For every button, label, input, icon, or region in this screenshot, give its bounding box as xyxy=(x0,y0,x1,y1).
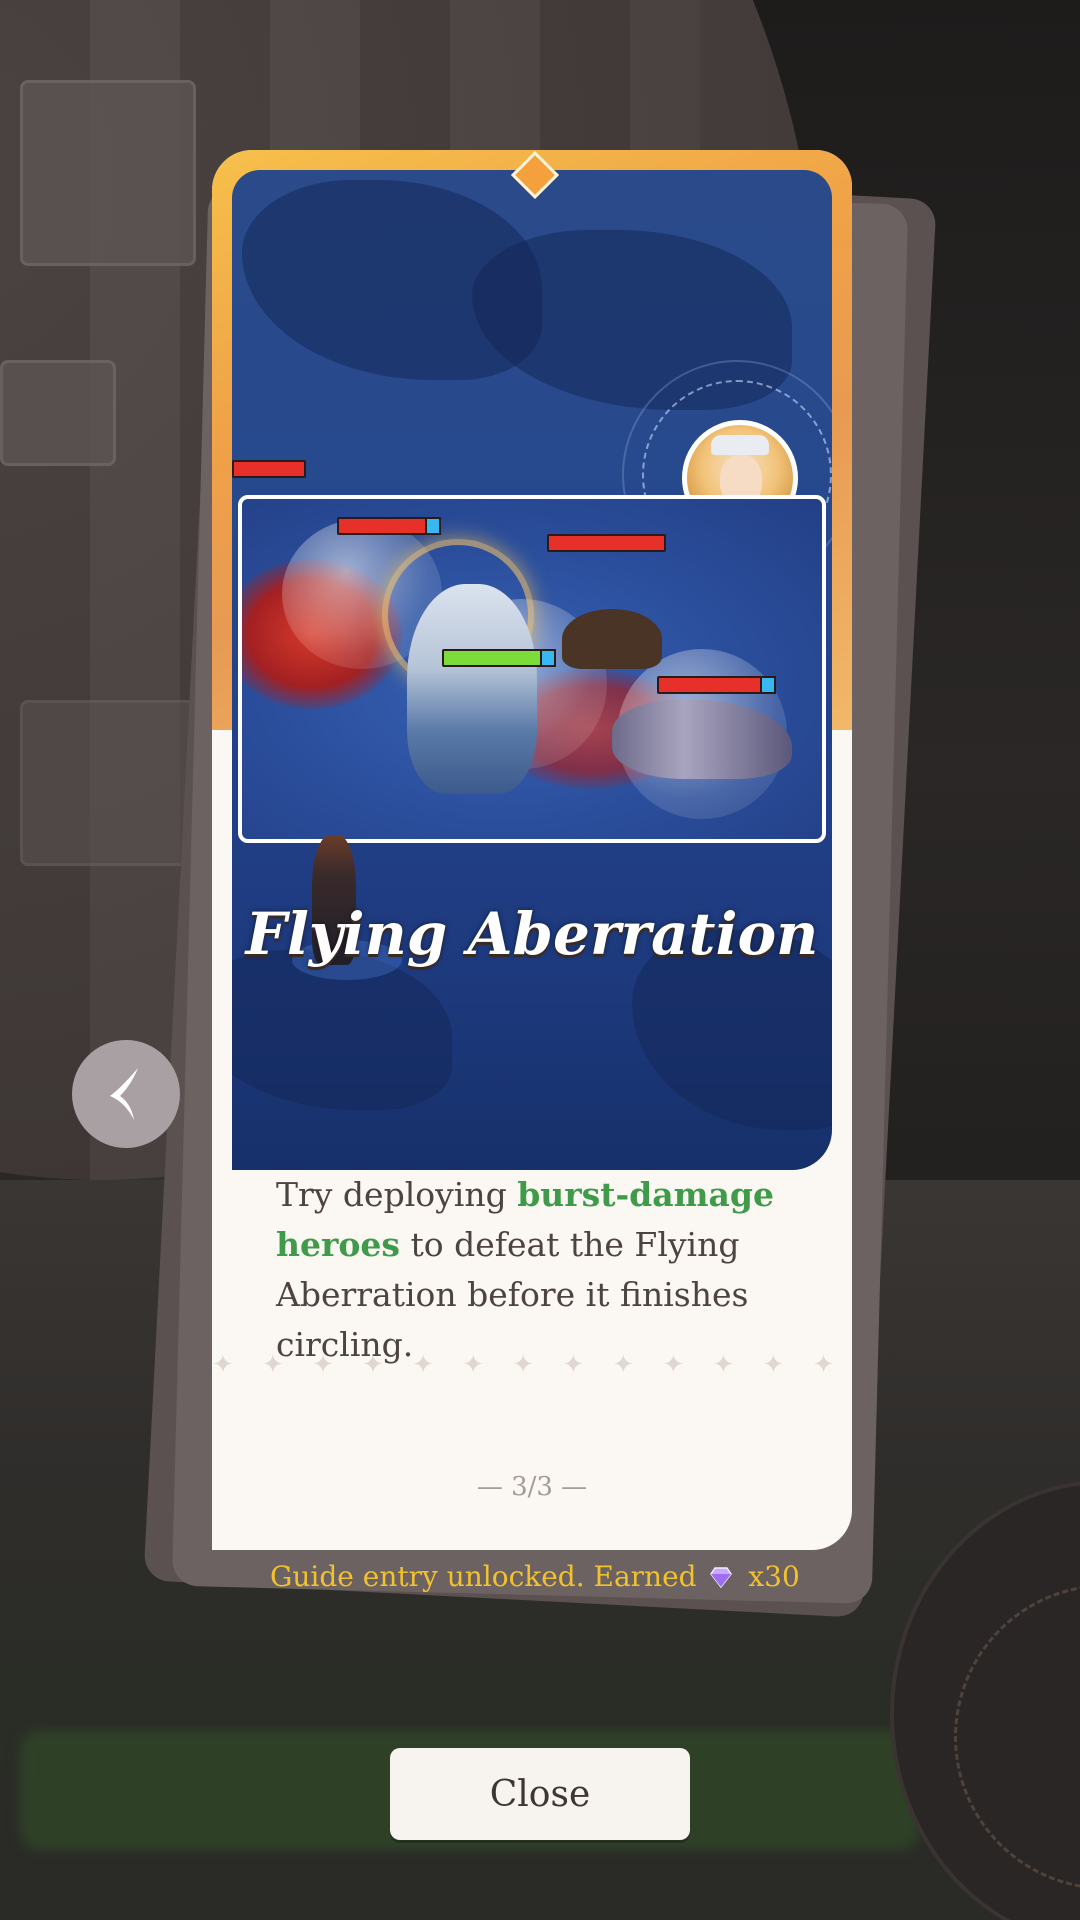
reward-amount: x30 xyxy=(748,1560,800,1593)
page-indicator: — 3/3 — xyxy=(476,1472,588,1502)
close-button-label: Close xyxy=(489,1773,591,1815)
diamond-icon xyxy=(710,1567,733,1589)
reward-message: Guide entry unlocked. Earned x30 xyxy=(270,1560,870,1593)
enemy-health-bar xyxy=(337,517,441,535)
battle-scene-inset xyxy=(238,495,826,843)
card-title: Flying Aberration xyxy=(245,900,819,968)
previous-page-button[interactable] xyxy=(72,1040,180,1148)
decorative-stars: ✦ ✦ ✦ ✦ ✦ ✦ ✦ ✦ ✦ ✦ ✦ ✦ ✦ ✦ ✦ ✦ ✦ ✦ xyxy=(212,1350,852,1380)
close-button[interactable]: Close xyxy=(390,1748,690,1840)
enemy-health-bar xyxy=(232,460,306,478)
description-text: Try deploying xyxy=(276,1175,518,1214)
knight-figure xyxy=(407,584,537,794)
hero-health-bar xyxy=(442,649,556,667)
guide-card: Flying Aberration Try deploying burst-da… xyxy=(212,150,852,1550)
chevron-left-icon xyxy=(110,1068,138,1120)
enemy-health-bar xyxy=(547,534,666,552)
card-description: Try deploying burst-damage heroes to def… xyxy=(276,1170,786,1370)
enemy-health-bar xyxy=(657,676,776,694)
card-illustration: Flying Aberration xyxy=(232,170,832,1170)
reward-text: Guide entry unlocked. Earned xyxy=(270,1560,697,1593)
